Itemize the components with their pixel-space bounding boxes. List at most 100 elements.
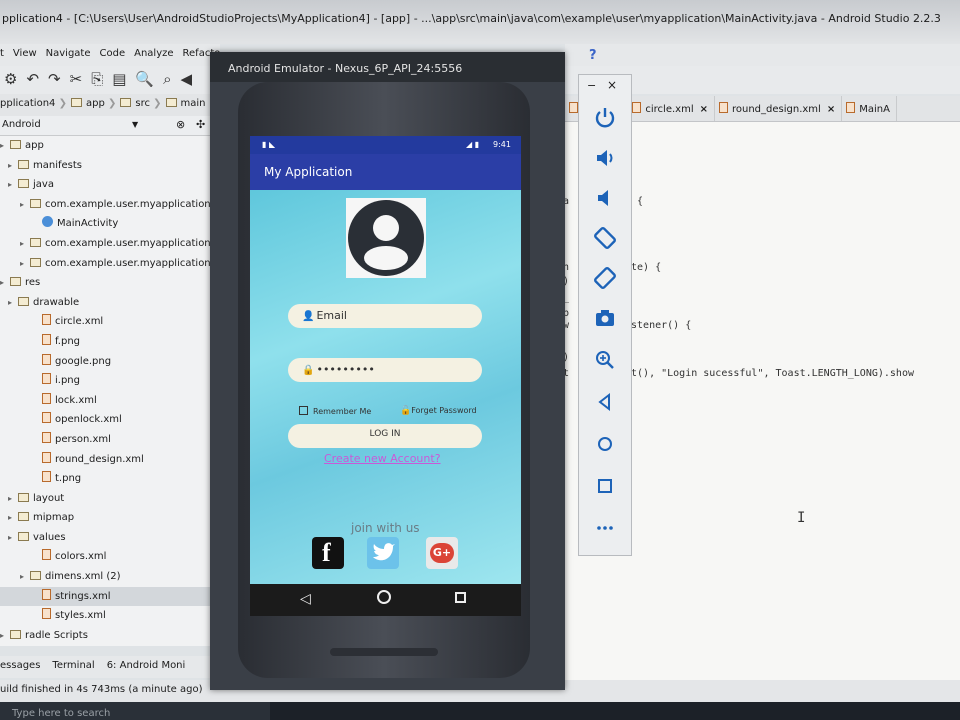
create-account-link[interactable]: Create new Account? <box>324 452 441 465</box>
redo-icon[interactable]: ↷ <box>48 70 61 88</box>
expand-arrow-icon[interactable]: ▸ <box>8 175 18 195</box>
home-button[interactable] <box>592 431 618 457</box>
tree-item[interactable]: ▸ dimens.xml (2) <box>0 567 212 587</box>
menu-item[interactable]: Analyze <box>134 48 173 59</box>
close-tab-icon[interactable]: × <box>827 104 835 115</box>
tree-item[interactable]: ▸ java <box>0 175 212 195</box>
menu-item[interactable]: Code <box>100 48 126 59</box>
tree-item[interactable]: ▸ com.example.user.myapplication <box>0 195 212 215</box>
class-icon <box>42 216 53 228</box>
project-view-select[interactable]: Android ▼ ⊗ ✣ <box>0 116 220 136</box>
zoom-button[interactable] <box>592 347 618 373</box>
tree-item[interactable]: ▸ mipmap <box>0 508 212 528</box>
expand-arrow-icon[interactable]: ▸ <box>8 156 18 176</box>
minimize-button[interactable]: − <box>587 79 596 92</box>
tree-item[interactable]: ▸ com.example.user.myapplication (test) <box>0 254 212 274</box>
copy-icon[interactable]: ⎘ <box>91 70 103 88</box>
tree-item-label: f.png <box>55 335 81 347</box>
tree-item[interactable]: styles.xml <box>0 606 212 626</box>
expand-arrow-icon[interactable]: ▸ <box>20 567 30 587</box>
breadcrumb-item[interactable]: src ❯ <box>120 98 162 109</box>
sync-icon[interactable]: ⊗ <box>176 118 185 131</box>
tree-item[interactable]: person.xml <box>0 430 212 450</box>
forgot-password-link[interactable]: 🔓Forget Password <box>400 406 477 416</box>
nav-back-icon[interactable]: ◁ <box>300 591 311 607</box>
expand-arrow-icon[interactable]: ▸ <box>8 293 18 313</box>
menu-item[interactable]: View <box>13 48 37 59</box>
editor-tab[interactable]: round_design.xml × <box>715 96 843 121</box>
taskbar-search-input[interactable]: Type here to search <box>0 702 270 720</box>
tree-item[interactable]: round_design.xml <box>0 450 212 470</box>
nav-home-icon[interactable] <box>377 590 391 604</box>
undo-icon[interactable]: ↶ <box>26 70 39 88</box>
folder-icon <box>10 629 21 639</box>
close-button[interactable]: × <box>607 78 617 92</box>
power-button[interactable] <box>592 105 618 131</box>
tree-item[interactable]: google.png <box>0 352 212 372</box>
more-button[interactable] <box>592 515 618 541</box>
tool-window-tab[interactable]: essages <box>0 660 40 671</box>
password-mask: ••••••••• <box>316 363 375 376</box>
expand-arrow-icon[interactable]: ▸ <box>8 489 18 509</box>
tree-item[interactable]: i.png <box>0 371 212 391</box>
rotate-right-button[interactable] <box>592 265 618 291</box>
expand-arrow-icon[interactable]: ▸ <box>8 508 18 528</box>
tree-item[interactable]: ▸ app <box>0 136 212 156</box>
facebook-icon[interactable]: f <box>312 537 344 569</box>
expand-arrow-icon[interactable]: ▸ <box>8 528 18 548</box>
remember-me-checkbox[interactable]: Remember Me <box>299 406 371 416</box>
help-icon[interactable]: ? <box>589 48 597 63</box>
password-field[interactable]: 🔒 ••••••••• <box>288 358 482 382</box>
volume-down-button[interactable] <box>592 185 618 211</box>
editor-tab-label: round_design.xml <box>732 104 821 115</box>
tree-item[interactable]: t.png <box>0 469 212 489</box>
google-plus-glyph: G+ <box>430 543 454 563</box>
twitter-icon[interactable] <box>367 537 399 569</box>
screenshot-button[interactable] <box>592 305 618 331</box>
breadcrumb-item[interactable]: app ❯ <box>70 98 116 109</box>
tree-item[interactable]: ▸ com.example.user.myapplication (androi <box>0 234 212 254</box>
tree-item[interactable]: lock.xml <box>0 391 212 411</box>
expand-arrow-icon[interactable]: ▸ <box>0 273 10 293</box>
find-icon[interactable]: 🔍 <box>135 70 154 88</box>
tree-item[interactable]: ▸ layout <box>0 489 212 509</box>
tree-item[interactable]: colors.xml <box>0 547 212 567</box>
menu-item[interactable]: Navigate <box>46 48 91 59</box>
tree-item[interactable]: strings.xml <box>0 586 212 607</box>
expand-arrow-icon[interactable]: ▸ <box>20 195 30 215</box>
menu-item[interactable]: t <box>0 48 4 59</box>
expand-arrow-icon[interactable]: ▸ <box>20 234 30 254</box>
back-nav-icon[interactable]: ◀ <box>180 70 192 88</box>
tree-item[interactable]: circle.xml <box>0 312 212 332</box>
tree-item[interactable]: ▸ drawable <box>0 293 212 313</box>
login-button[interactable]: LOG IN <box>288 424 482 448</box>
nav-overview-icon[interactable] <box>455 592 466 603</box>
google-plus-icon[interactable]: G+ <box>426 537 458 569</box>
breadcrumb-item[interactable]: pplication4 ❯ <box>0 98 67 109</box>
editor-tab[interactable]: MainA <box>842 96 897 121</box>
tree-item[interactable]: ▸ values <box>0 528 212 548</box>
expand-arrow-icon[interactable]: ▸ <box>0 136 10 156</box>
overview-button[interactable] <box>592 473 618 499</box>
expand-arrow-icon[interactable]: ▸ <box>0 626 10 646</box>
expand-arrow-icon[interactable]: ▸ <box>20 254 30 274</box>
tree-item[interactable]: ▸ manifests <box>0 156 212 176</box>
email-field[interactable]: 👤 Email <box>288 304 482 328</box>
tool-window-tab[interactable]: Terminal <box>52 660 94 671</box>
close-tab-icon[interactable]: × <box>700 104 708 115</box>
back-button[interactable] <box>592 389 618 415</box>
volume-up-button[interactable] <box>592 145 618 171</box>
settings-icon[interactable]: ⚙ <box>4 70 17 88</box>
cut-icon[interactable]: ✂ <box>70 70 83 88</box>
collapse-icon[interactable]: ✣ <box>196 118 205 131</box>
tree-item[interactable]: ▸ radle Scripts <box>0 626 212 646</box>
rotate-left-button[interactable] <box>592 225 618 251</box>
editor-tab[interactable]: circle.xml × <box>628 96 715 121</box>
tool-window-tab[interactable]: 6: Android Moni <box>107 660 186 671</box>
tree-item[interactable]: MainActivity <box>0 214 212 234</box>
tree-item[interactable]: openlock.xml <box>0 410 212 430</box>
tree-item[interactable]: ▸ res <box>0 273 212 293</box>
replace-icon[interactable]: ⌕ <box>163 70 171 88</box>
tree-item[interactable]: f.png <box>0 332 212 352</box>
paste-icon[interactable]: ▤ <box>112 70 126 88</box>
